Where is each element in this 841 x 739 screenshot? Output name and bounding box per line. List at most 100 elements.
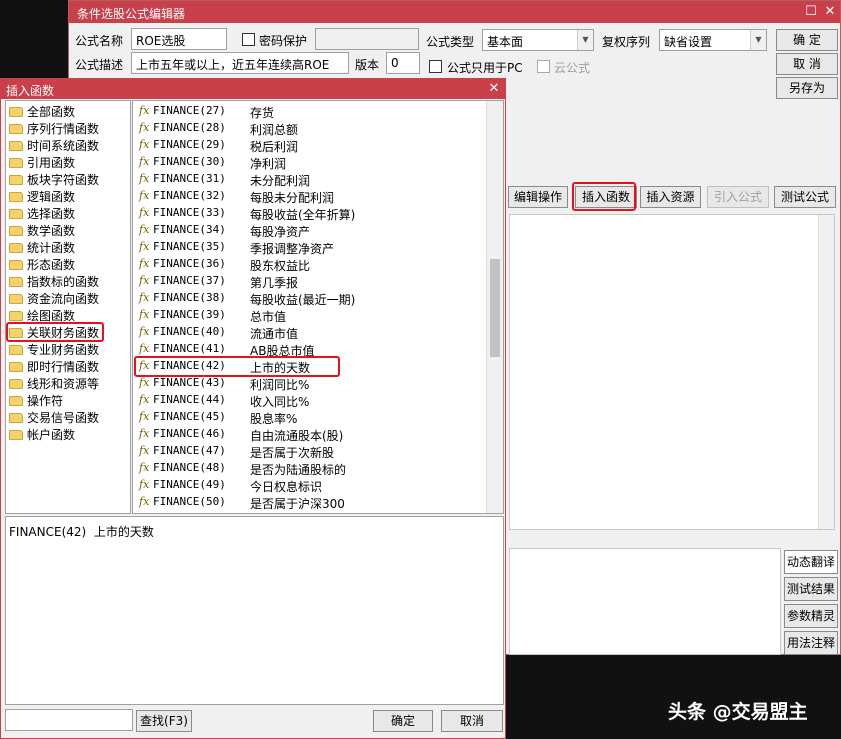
category-label: 即时行情函数: [27, 360, 100, 374]
category-label: 形态函数: [27, 258, 76, 272]
close-icon[interactable]: ✕: [486, 81, 502, 97]
function-row[interactable]: fx FINANCE(44) 收入同比%: [137, 392, 487, 409]
password-checkbox[interactable]: [242, 33, 255, 46]
adjust-value: 缺省设置: [664, 35, 713, 49]
editor-scrollbar[interactable]: [818, 215, 834, 529]
function-row[interactable]: fx FINANCE(28) 利润总额: [137, 120, 487, 137]
search-button[interactable]: 查找(F3): [136, 710, 192, 732]
category-item[interactable]: 操作符: [9, 392, 63, 409]
function-row[interactable]: fx FINANCE(36) 股东权益比: [137, 256, 487, 273]
function-code: FINANCE(47): [153, 444, 226, 457]
category-item[interactable]: 资金流向函数: [9, 290, 99, 307]
chevron-down-icon[interactable]: ▼: [577, 30, 593, 50]
category-item[interactable]: 全部函数: [9, 103, 75, 120]
output-panel: [509, 548, 781, 655]
scrollbar-thumb[interactable]: [490, 259, 500, 357]
test-formula-button[interactable]: 测试公式: [774, 186, 836, 208]
function-row[interactable]: fx FINANCE(46) 自由流通股本(股): [137, 426, 487, 443]
edit-ops-button[interactable]: 编辑操作: [508, 186, 568, 208]
ok-button[interactable]: 确 定: [776, 29, 838, 51]
category-item[interactable]: 时间系统函数: [9, 137, 99, 154]
function-list-scrollbar[interactable]: [486, 101, 503, 513]
function-row[interactable]: fx FINANCE(33) 每股收益(全年折算): [137, 205, 487, 222]
close-icon[interactable]: ✕: [822, 4, 838, 20]
version-input[interactable]: 0: [386, 52, 420, 74]
function-row[interactable]: fx FINANCE(37) 第几季报: [137, 273, 487, 290]
cancel-button[interactable]: 取 消: [776, 53, 838, 75]
folder-icon: [9, 106, 23, 117]
adjust-select[interactable]: 缺省设置 ▼: [659, 29, 767, 51]
function-row[interactable]: fx FINANCE(45) 股息率%: [137, 409, 487, 426]
import-formula-button[interactable]: 引入公式: [707, 186, 769, 208]
tab-dynamic-translate[interactable]: 动态翻译: [784, 550, 838, 574]
function-row[interactable]: fx FINANCE(27) 存货: [137, 103, 487, 120]
category-item[interactable]: 交易信号函数: [9, 409, 99, 426]
function-icon: fx: [139, 121, 150, 134]
folder-icon: [9, 242, 23, 253]
category-label: 序列行情函数: [27, 122, 100, 136]
category-item[interactable]: 形态函数: [9, 256, 75, 273]
function-detail: FINANCE(42) 上市的天数: [5, 516, 504, 705]
insert-function-highlight: [572, 182, 636, 211]
formula-type-select[interactable]: 基本面 ▼: [482, 29, 594, 51]
function-row[interactable]: fx FINANCE(49) 今日权息标识: [137, 477, 487, 494]
function-code: FINANCE(46): [153, 427, 226, 440]
function-row[interactable]: fx FINANCE(39) 总市值: [137, 307, 487, 324]
category-label: 操作符: [27, 394, 64, 408]
function-icon: fx: [139, 291, 150, 304]
category-item[interactable]: 专业财务函数: [9, 341, 99, 358]
category-item[interactable]: 板块字符函数: [9, 171, 99, 188]
chevron-down-icon[interactable]: ▼: [750, 30, 766, 50]
folder-icon: [9, 276, 23, 287]
category-item[interactable]: 选择函数: [9, 205, 75, 222]
category-item[interactable]: 统计函数: [9, 239, 75, 256]
search-input[interactable]: [5, 709, 133, 731]
category-item[interactable]: 数学函数: [9, 222, 75, 239]
function-row[interactable]: fx FINANCE(32) 每股未分配利润: [137, 188, 487, 205]
function-row[interactable]: fx FINANCE(34) 每股净资产: [137, 222, 487, 239]
dialog-ok-button[interactable]: 确定: [373, 710, 433, 732]
category-item[interactable]: 帐户函数: [9, 426, 75, 443]
function-row[interactable]: fx FINANCE(40) 流通市值: [137, 324, 487, 341]
category-item[interactable]: 即时行情函数: [9, 358, 99, 375]
function-description: 是否属于次新股: [250, 446, 335, 460]
category-item[interactable]: 指数标的函数: [9, 273, 99, 290]
tab-test-result[interactable]: 测试结果: [784, 577, 838, 601]
function-row[interactable]: fx FINANCE(47) 是否属于次新股: [137, 443, 487, 460]
save-as-button[interactable]: 另存为: [776, 77, 838, 99]
folder-icon: [9, 378, 23, 389]
function-description: 每股未分配利润: [250, 191, 335, 205]
category-item[interactable]: 序列行情函数: [9, 120, 99, 137]
function-description: 存货: [250, 106, 275, 120]
function-row[interactable]: fx FINANCE(35) 季报调整净资产: [137, 239, 487, 256]
tab-param-wizard[interactable]: 参数精灵: [784, 604, 838, 628]
category-item[interactable]: 引用函数: [9, 154, 75, 171]
folder-icon: [9, 208, 23, 219]
dialog-title: 插入函数: [6, 84, 55, 98]
function-row[interactable]: fx FINANCE(31) 未分配利润: [137, 171, 487, 188]
function-row[interactable]: fx FINANCE(38) 每股收益(最近一期): [137, 290, 487, 307]
tab-usage-notes[interactable]: 用法注释: [784, 631, 838, 655]
function-row[interactable]: fx FINANCE(50) 是否属于沪深300: [137, 494, 487, 511]
function-code: FINANCE(43): [153, 376, 226, 389]
category-item[interactable]: 线形和资源等: [9, 375, 99, 392]
pc-only-checkbox[interactable]: [429, 60, 442, 73]
cloud-checkbox[interactable]: [537, 60, 550, 73]
insert-resource-button[interactable]: 插入资源: [640, 186, 701, 208]
formula-code-editor[interactable]: [509, 214, 835, 530]
formula-name-input[interactable]: ROE选股: [131, 28, 227, 50]
password-input[interactable]: [315, 28, 419, 50]
folder-icon: [9, 140, 23, 151]
function-row[interactable]: fx FINANCE(30) 净利润: [137, 154, 487, 171]
folder-icon: [9, 225, 23, 236]
formula-desc-input[interactable]: 上市五年或以上，近五年连续高ROE: [131, 52, 349, 74]
function-row[interactable]: fx FINANCE(29) 税后利润: [137, 137, 487, 154]
category-label: 时间系统函数: [27, 139, 100, 153]
pc-only-label: 公式只用于PC: [447, 61, 523, 75]
function-row[interactable]: fx FINANCE(48) 是否为陆通股标的: [137, 460, 487, 477]
function-row[interactable]: fx FINANCE(43) 利润同比%: [137, 375, 487, 392]
category-item[interactable]: 逻辑函数: [9, 188, 75, 205]
category-label: 专业财务函数: [27, 343, 100, 357]
maximize-icon[interactable]: ☐: [803, 4, 819, 20]
dialog-cancel-button[interactable]: 取消: [441, 710, 503, 732]
